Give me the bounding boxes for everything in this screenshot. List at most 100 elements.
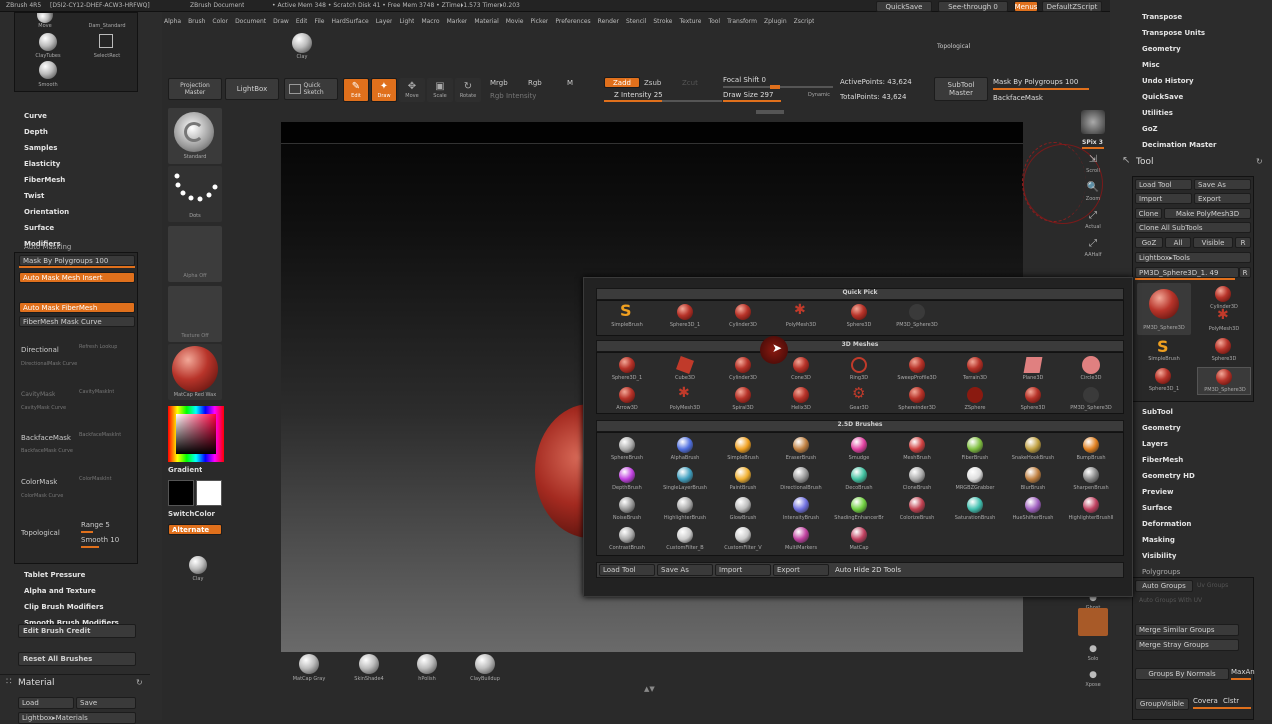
mesh-arrow3d[interactable]: Arrow3D (598, 386, 656, 414)
material-slot[interactable]: MatCap Red Wax (168, 344, 222, 400)
material-save-button[interactable]: Save (76, 697, 136, 709)
directional-label[interactable]: Directional (21, 346, 59, 354)
goz-button[interactable]: GoZ (1135, 237, 1163, 248)
mesh-spiral3d[interactable]: Spiral3D (714, 386, 772, 414)
brush-blurbrush[interactable]: BlurBrush (1004, 466, 1062, 494)
tool-header[interactable]: ↖ Tool ↻ (1118, 155, 1272, 171)
bottom-material-3[interactable]: ClayBuildup (470, 654, 500, 688)
subtool-master-button[interactable]: SubTool Master (934, 77, 988, 101)
mesh-cylinder3d[interactable]: Cylinder3D (714, 303, 772, 331)
current-tool-slider[interactable]: PM3D_Sphere3D_1. 49 (1135, 267, 1239, 278)
brush-customfilter-b[interactable]: CustomFilter_B (656, 526, 714, 554)
menu-marker[interactable]: Marker (447, 18, 468, 25)
texture-slot[interactable]: Texture Off (168, 286, 222, 342)
menu-texture[interactable]: Texture (679, 18, 701, 25)
auto-groups-uv-button[interactable]: Auto Groups With UV (1139, 597, 1202, 604)
r-button[interactable]: R (1235, 237, 1251, 248)
brush-directionalbrush[interactable]: DirectionalBrush (772, 466, 830, 494)
brush-claytubes-thumb[interactable] (39, 33, 57, 51)
tool-thumb-pm3d[interactable]: PM3D_Sphere3D (1137, 283, 1191, 335)
brush-spherebrush[interactable]: SphereBrush (598, 436, 656, 464)
lightbox-materials-button[interactable]: Lightbox▸Materials (18, 712, 136, 724)
brush-paintbrush[interactable]: PaintBrush (714, 466, 772, 494)
dynamic-toggle[interactable]: Dynamic (808, 92, 830, 98)
cavity-mask-label[interactable]: CavityMask (21, 391, 55, 398)
menu-picker[interactable]: Picker (531, 18, 549, 25)
brush-depthbrush[interactable]: DepthBrush (598, 466, 656, 494)
group-visible-button[interactable]: GroupVisible (1135, 698, 1189, 710)
brush-snakehookbrush[interactable]: SnakeHookBrush (1004, 436, 1062, 464)
tool-section-surface[interactable]: Surface (1142, 504, 1172, 512)
alternate-toggle[interactable]: Alternate (168, 524, 222, 535)
lightbox-button[interactable]: LightBox (225, 78, 279, 100)
brush-selectrect-thumb[interactable] (99, 34, 113, 48)
menu-draw[interactable]: Draw (273, 18, 289, 25)
menu-render[interactable]: Render (598, 18, 619, 25)
color-mask-right[interactable]: ColorMaskInt (79, 476, 112, 482)
menu-material[interactable]: Material (474, 18, 498, 25)
fibermesh-mask-curve[interactable]: FiberMesh Mask Curve (19, 316, 135, 327)
zcut-button[interactable]: Zcut (682, 79, 698, 87)
brush-meshbrush[interactable]: MeshBrush (888, 436, 946, 464)
palette-transpose[interactable]: Transpose (1142, 13, 1182, 21)
mesh-terrain3d[interactable]: Terrain3D (946, 356, 1004, 384)
rgb-button[interactable]: Rgb (528, 79, 542, 87)
brush-matcap[interactable]: MatCap (830, 526, 888, 554)
color-mask-label[interactable]: ColorMask (21, 478, 57, 486)
refresh-icon[interactable]: ↻ (136, 678, 143, 687)
spix-label[interactable]: SPix 3 (1082, 139, 1103, 146)
palette-geometry[interactable]: Geometry (1142, 45, 1181, 53)
menus-button[interactable]: Menus (1014, 1, 1038, 12)
tool-edit-button[interactable]: ✎ Edit (343, 78, 369, 102)
edit-brush-credit-button[interactable]: Edit Brush Credit (18, 624, 136, 638)
section-tablet-pressure[interactable]: Tablet Pressure (24, 571, 85, 579)
section-samples[interactable]: Samples (24, 144, 57, 152)
brush-decobrush[interactable]: DecoBrush (830, 466, 888, 494)
popup-save-as-button[interactable]: Save As (657, 564, 713, 576)
mesh-cube3d[interactable]: Cube3D (656, 356, 714, 384)
topological-label[interactable]: Topological (21, 529, 60, 537)
palette-goz[interactable]: GoZ (1142, 125, 1158, 133)
brush-move-thumb[interactable] (37, 13, 53, 23)
palette-misc[interactable]: Misc (1142, 61, 1160, 69)
material-header[interactable]: ∷ Material ↻ (0, 674, 150, 690)
mesh-zsphere[interactable]: ZSphere (946, 386, 1004, 414)
brush-highlighterbrush[interactable]: HighlighterBrush (656, 496, 714, 524)
zsub-button[interactable]: Zsub (644, 79, 661, 87)
shelf-solo-button[interactable]: ● Solo (1080, 644, 1106, 668)
tool-section-visibility[interactable]: Visibility (1142, 552, 1176, 560)
mesh-sphereinder3d[interactable]: Sphereinder3D (888, 386, 946, 414)
tool-section-fibermesh[interactable]: FiberMesh (1142, 456, 1183, 464)
mesh-sweepprofile3d[interactable]: SweepProfile3D (888, 356, 946, 384)
brush-multimarkers[interactable]: MultiMarkers (772, 526, 830, 554)
mesh-plane3d[interactable]: Plane3D (1004, 356, 1062, 384)
all-button[interactable]: All (1165, 237, 1191, 248)
directional-curve[interactable]: DirectionalMask Curve (21, 361, 77, 367)
menu-layer[interactable]: Layer (376, 18, 393, 25)
bottom-material-2[interactable]: hPolish (414, 654, 440, 688)
clone-button[interactable]: Clone (1135, 208, 1162, 219)
brush-customfilter-v[interactable]: CustomFilter_V (714, 526, 772, 554)
palette-quicksave[interactable]: QuickSave (1142, 93, 1183, 101)
coverage-slider[interactable]: Covera (1193, 697, 1218, 705)
brush-glowbrush[interactable]: GlowBrush (714, 496, 772, 524)
color-picker[interactable] (168, 406, 224, 462)
section-curve[interactable]: Curve (24, 112, 47, 120)
brush-noisebrush[interactable]: NoiseBrush (598, 496, 656, 524)
clay-brush-thumb[interactable] (292, 33, 312, 53)
make-polymesh3d-button[interactable]: Make PolyMesh3D (1164, 208, 1251, 219)
mesh-simplebrush[interactable]: S SimpleBrush (598, 301, 656, 331)
section-twist[interactable]: Twist (24, 192, 44, 200)
menu-stencil[interactable]: Stencil (626, 18, 646, 25)
tool-thumb-4[interactable]: Sphere3D_1 (1137, 367, 1191, 395)
mask-by-polygroups-top[interactable]: Mask By Polygroups 100 (993, 78, 1078, 86)
polyf-button[interactable] (1078, 608, 1108, 636)
mesh-polymesh3d[interactable]: ✱ PolyMesh3D (656, 385, 714, 414)
brush-shadingenhancerbr[interactable]: ShadingEnhancerBr (830, 496, 888, 524)
directional-right[interactable]: Refresh Lookup (79, 344, 117, 350)
section-elasticity[interactable]: Elasticity (24, 160, 60, 168)
draw-size-slider[interactable]: Draw Size 297 (723, 91, 773, 99)
tool-move-button[interactable]: ✥ Move (399, 78, 425, 102)
polygroups-title[interactable]: Polygroups (1142, 568, 1180, 576)
see-through-slider[interactable]: See-through 0 (938, 1, 1008, 12)
